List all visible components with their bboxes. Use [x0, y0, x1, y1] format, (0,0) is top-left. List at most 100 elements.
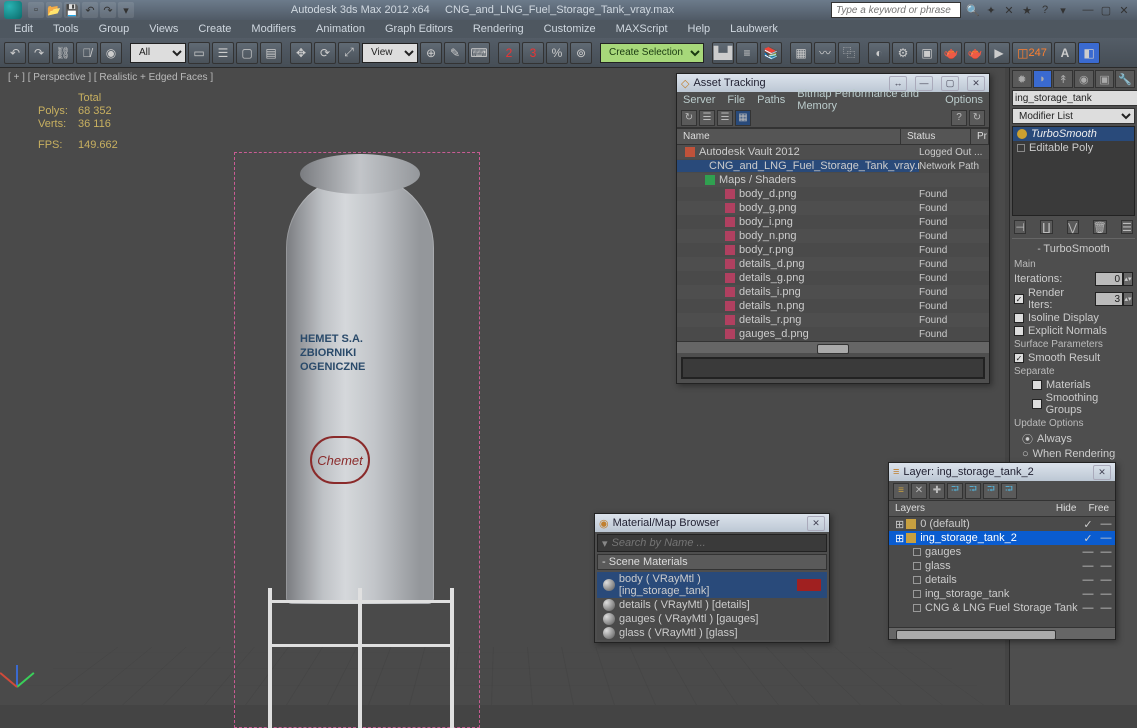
menu-edit[interactable]: Edit: [8, 21, 39, 37]
render-active-button[interactable]: ▶: [988, 42, 1010, 64]
save-icon[interactable]: 💾: [64, 2, 80, 18]
refresh-icon[interactable]: ↻: [681, 110, 697, 126]
layer-row[interactable]: glass——: [889, 559, 1115, 573]
view-tree-icon[interactable]: ☰: [699, 110, 715, 126]
asset-row[interactable]: Autodesk Vault 2012Logged Out ...: [677, 145, 989, 159]
scale-button[interactable]: ⤢: [338, 42, 360, 64]
panel-titlebar[interactable]: ≡ Layer: ing_storage_tank_2 ✕: [889, 463, 1115, 481]
exchange-icon[interactable]: ✕: [1001, 2, 1017, 18]
tank-geometry[interactable]: [286, 174, 434, 604]
modifier-editable-poly[interactable]: Editable Poly: [1013, 141, 1134, 155]
manipulate-button[interactable]: ✎: [444, 42, 466, 64]
redo-icon[interactable]: ↷: [100, 2, 116, 18]
col-layers[interactable]: Layers: [889, 501, 1050, 516]
tab-display-icon[interactable]: ▣: [1095, 70, 1115, 88]
hide-layer-icon[interactable]: ⮒: [983, 483, 999, 499]
make-unique-button[interactable]: ⋁: [1067, 220, 1079, 234]
layer-row[interactable]: CNG & LNG Fuel Storage Tank——: [889, 601, 1115, 615]
layer-row[interactable]: ⊞ 0 (default)✓—: [889, 517, 1115, 531]
material-search-input[interactable]: [612, 535, 826, 551]
render-iter-button[interactable]: 🫖: [964, 42, 986, 64]
remove-modifier-button[interactable]: 🗑: [1093, 220, 1107, 234]
vray-button[interactable]: ◧: [1078, 42, 1100, 64]
col-hide[interactable]: Hide: [1050, 501, 1083, 516]
named-selection-dropdown[interactable]: Create Selection Se: [600, 43, 704, 63]
tab-create-icon[interactable]: ✹: [1012, 70, 1032, 88]
iterations-spinner[interactable]: [1095, 272, 1123, 286]
curve-editor-button[interactable]: 〰: [814, 42, 836, 64]
smooth-checkbox[interactable]: ✓: [1014, 353, 1024, 363]
modifier-turbosmooth[interactable]: TurboSmooth: [1013, 127, 1134, 141]
autodesk-a-button[interactable]: A: [1054, 42, 1076, 64]
material-item[interactable]: details ( VRayMtl ) [details]: [597, 598, 827, 612]
show-end-result-button[interactable]: ∐: [1040, 220, 1052, 234]
view-list-icon[interactable]: ☰: [717, 110, 733, 126]
view-grid-icon[interactable]: ▦: [735, 110, 751, 126]
tab-utilities-icon[interactable]: 🔧: [1115, 70, 1135, 88]
select-layer-icon[interactable]: ⮒: [947, 483, 963, 499]
bulb-icon[interactable]: [1017, 129, 1027, 139]
delete-layer-icon[interactable]: ✕: [911, 483, 927, 499]
window-crossing-button[interactable]: ▤: [260, 42, 282, 64]
selection-filter-dropdown[interactable]: All: [130, 43, 186, 63]
menu-maxscript[interactable]: MAXScript: [610, 21, 674, 37]
isoline-checkbox[interactable]: [1014, 313, 1024, 323]
materials-checkbox[interactable]: [1032, 380, 1042, 390]
sgroups-checkbox[interactable]: [1032, 399, 1042, 409]
select-name-button[interactable]: ☰: [212, 42, 234, 64]
menu-create[interactable]: Create: [192, 21, 237, 37]
menu-help[interactable]: Help: [682, 21, 717, 37]
menu-options[interactable]: Options: [945, 94, 983, 106]
menu-bitmap[interactable]: Bitmap Performance and Memory: [797, 88, 933, 112]
asset-row[interactable]: details_g.pngFound: [677, 271, 989, 285]
help-icon[interactable]: ?: [1037, 2, 1053, 18]
when-rendering-radio[interactable]: When Rendering: [1033, 448, 1116, 460]
layer-row[interactable]: details——: [889, 573, 1115, 587]
asset-row[interactable]: body_n.pngFound: [677, 229, 989, 243]
add-to-layer-icon[interactable]: ✚: [929, 483, 945, 499]
viewport-label[interactable]: [ + ] [ Perspective ] [ Realistic + Edge…: [8, 72, 213, 83]
snap-angle-button[interactable]: 3: [522, 42, 544, 64]
mirror-button[interactable]: ▙▟: [712, 42, 734, 64]
layer-row[interactable]: ⊞ ing_storage_tank_2✓—: [889, 531, 1115, 545]
close-icon[interactable]: ✕: [967, 76, 985, 91]
square-icon[interactable]: [1017, 144, 1025, 152]
select-object-button[interactable]: ▭: [188, 42, 210, 64]
menu-modifiers[interactable]: Modifiers: [245, 21, 302, 37]
always-radio[interactable]: Always: [1037, 433, 1072, 445]
render-setup-button[interactable]: ⚙: [892, 42, 914, 64]
spinner-snap-button[interactable]: ⊚: [570, 42, 592, 64]
select-region-button[interactable]: ▢: [236, 42, 258, 64]
col-proxy[interactable]: Pr: [971, 129, 989, 144]
help-icon[interactable]: ?: [951, 110, 967, 126]
close-icon[interactable]: ✕: [807, 516, 825, 531]
col-name[interactable]: Name: [677, 129, 901, 144]
pivot-button[interactable]: ⊕: [420, 42, 442, 64]
unlink-button[interactable]: ⛓̸: [76, 42, 98, 64]
layer-row[interactable]: ing_storage_tank——: [889, 587, 1115, 601]
subscription-icon[interactable]: ✦: [983, 2, 999, 18]
layer-row[interactable]: gauges——: [889, 545, 1115, 559]
asset-row[interactable]: CNG_and_LNG_Fuel_Storage_Tank_vray.maxNe…: [677, 159, 989, 173]
col-freeze[interactable]: Free: [1082, 501, 1115, 516]
search-icon[interactable]: 🔍: [965, 2, 981, 18]
snap-percent-button[interactable]: %: [546, 42, 568, 64]
help-chevron-icon[interactable]: ▾: [1055, 2, 1071, 18]
modifier-list-dropdown[interactable]: Modifier List: [1012, 108, 1135, 124]
maximize-icon[interactable]: ▢: [1097, 2, 1115, 18]
open-icon[interactable]: 📂: [46, 2, 62, 18]
maximize-icon[interactable]: ▢: [941, 76, 959, 91]
undo-icon[interactable]: ↶: [82, 2, 98, 18]
render-prod-button[interactable]: 🫖: [940, 42, 962, 64]
material-item[interactable]: body ( VRayMtl ) [ing_storage_tank]: [597, 572, 827, 598]
asset-prompt-input[interactable]: [683, 359, 983, 377]
col-status[interactable]: Status: [901, 129, 971, 144]
scene-materials-header[interactable]: - Scene Materials: [597, 554, 827, 570]
tab-hierarchy-icon[interactable]: ↟: [1053, 70, 1073, 88]
menu-paths[interactable]: Paths: [757, 94, 785, 106]
align-button[interactable]: ≡: [736, 42, 758, 64]
undo-button[interactable]: ↶: [4, 42, 26, 64]
new-icon[interactable]: ▫: [28, 2, 44, 18]
asset-row[interactable]: details_r.pngFound: [677, 313, 989, 327]
menu-animation[interactable]: Animation: [310, 21, 371, 37]
